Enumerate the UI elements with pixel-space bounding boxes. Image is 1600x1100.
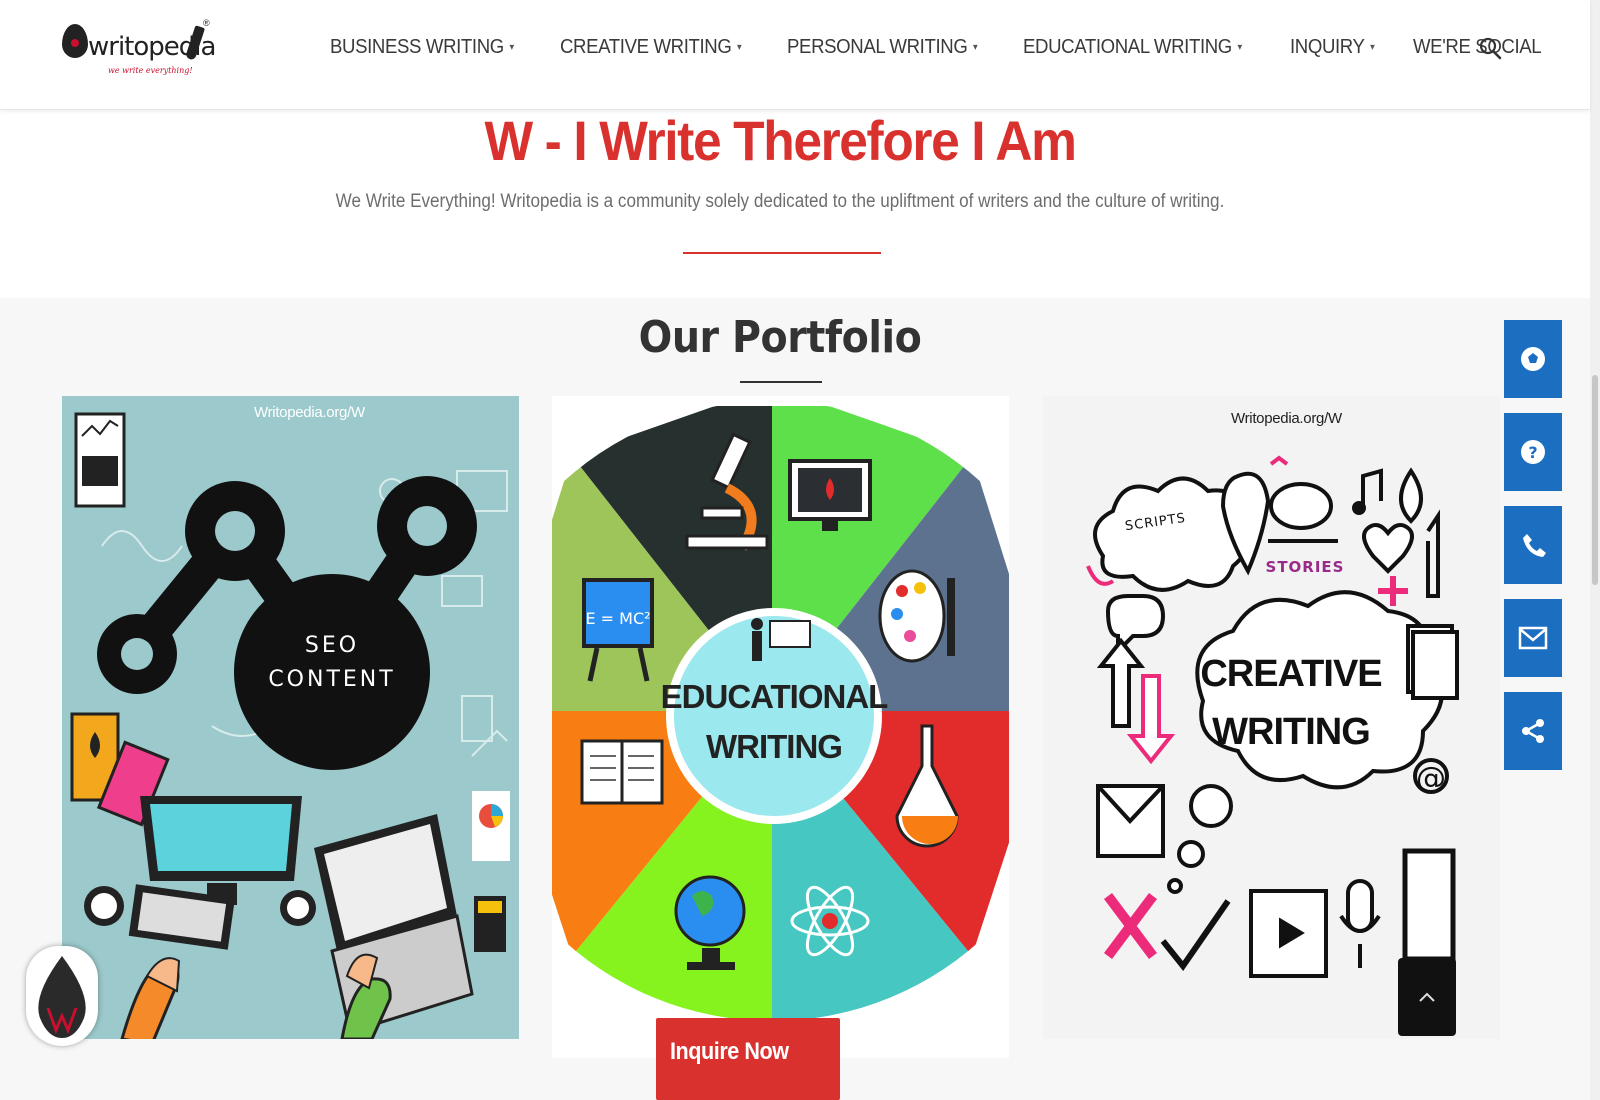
nav-personal-writing[interactable]: PERSONAL WRITING ▾ <box>786 36 978 59</box>
nav-business-writing[interactable]: BUSINESS WRITING ▾ <box>330 36 514 59</box>
registered-mark: ® <box>203 18 210 28</box>
creative-illustration: SCRIPTS STORIES @ CREATIVE WRITING <box>1086 455 1459 978</box>
portfolio-divider <box>740 381 822 383</box>
portfolio-card-seo[interactable]: Writopedia.org/W SEO CONTENT <box>62 396 519 1039</box>
chevron-down-icon: ▾ <box>1237 42 1243 53</box>
writopedia-logo[interactable]: writopedia ® we write everything! <box>60 18 220 88</box>
portfolio-card-educational[interactable]: E = MC² EDUCATIONAL WRITING <box>552 396 1009 1058</box>
writopedia-chat-button[interactable] <box>26 946 98 1046</box>
nav-label: INQUIRY <box>1290 36 1366 58</box>
at-symbol: @ <box>1416 761 1446 796</box>
logo-tagline: we write everything! <box>108 66 193 75</box>
scrollbar-thumb[interactable] <box>1592 375 1598 585</box>
nav-label: CREATIVE WRITING <box>559 36 732 58</box>
inquire-now-button[interactable]: Inquire Now <box>656 1018 840 1100</box>
seo-illustration: SEO CONTENT <box>70 412 510 1039</box>
hero-divider <box>683 252 881 254</box>
seo-label: SEO <box>305 633 359 658</box>
chevron-down-icon: ▾ <box>736 42 742 53</box>
share-icon <box>1522 719 1544 743</box>
social-mail-button[interactable] <box>1504 599 1562 677</box>
hero-subtitle: We Write Everything! Writopedia is a com… <box>335 191 1225 212</box>
mail-icon <box>1518 626 1548 650</box>
social-phone-button[interactable] <box>1504 506 1562 584</box>
chevron-down-icon: ▾ <box>1370 42 1376 53</box>
social-football-button[interactable] <box>1504 320 1562 398</box>
chevron-down-icon: ▾ <box>972 42 978 53</box>
search-icon[interactable] <box>1478 36 1504 62</box>
nav-label: PERSONAL WRITING <box>786 36 968 58</box>
phone-icon <box>1523 534 1546 557</box>
educational-label: EDUCATIONAL <box>661 678 889 715</box>
nav-label: BUSINESS WRITING <box>330 36 504 58</box>
nav-inquiry[interactable]: INQUIRY ▾ <box>1290 36 1376 59</box>
hero-title: W - I Write Therefore I Am <box>484 109 1076 172</box>
content-label: CONTENT <box>268 667 395 692</box>
social-help-button[interactable]: ? <box>1504 413 1562 491</box>
social-share-button[interactable] <box>1504 692 1562 770</box>
nav-creative-writing[interactable]: CREATIVE WRITING ▾ <box>559 36 742 59</box>
formula-text: E = MC² <box>585 609 650 628</box>
help-icon: ? <box>1521 440 1545 464</box>
stories-label: STORIES <box>1266 558 1345 576</box>
svg-text:?: ? <box>1528 443 1537 462</box>
main-nav: BUSINESS WRITING ▾ CREATIVE WRITING ▾ PE… <box>330 36 1583 59</box>
portfolio-title: Our Portfolio <box>638 312 922 363</box>
back-to-top-button[interactable] <box>1398 958 1456 1036</box>
chevron-down-icon: ▾ <box>509 42 514 53</box>
portfolio-section: Our Portfolio Writopedia.org/W SEO CONTE… <box>0 298 1600 1100</box>
ink-drop-icon <box>62 24 88 58</box>
nav-educational-writing[interactable]: EDUCATIONAL WRITING ▾ <box>1023 36 1242 59</box>
nav-label: EDUCATIONAL WRITING <box>1023 36 1233 58</box>
ink-drop-icon <box>38 956 86 1038</box>
site-header: writopedia ® we write everything! BUSINE… <box>0 0 1590 110</box>
writing-label: WRITING <box>706 728 842 765</box>
writing-label: WRITING <box>1212 711 1370 753</box>
creative-label: CREATIVE <box>1200 653 1381 695</box>
chevron-up-icon <box>1419 992 1435 1002</box>
portfolio-card-creative[interactable]: Writopedia.org/W SCRIPTS STORIES @ CREAT… <box>1043 396 1500 1039</box>
educational-illustration: E = MC² EDUCATIONAL WRITING <box>552 396 1009 1021</box>
football-icon <box>1521 347 1545 371</box>
inquire-now-label: Inquire Now <box>670 1038 789 1065</box>
